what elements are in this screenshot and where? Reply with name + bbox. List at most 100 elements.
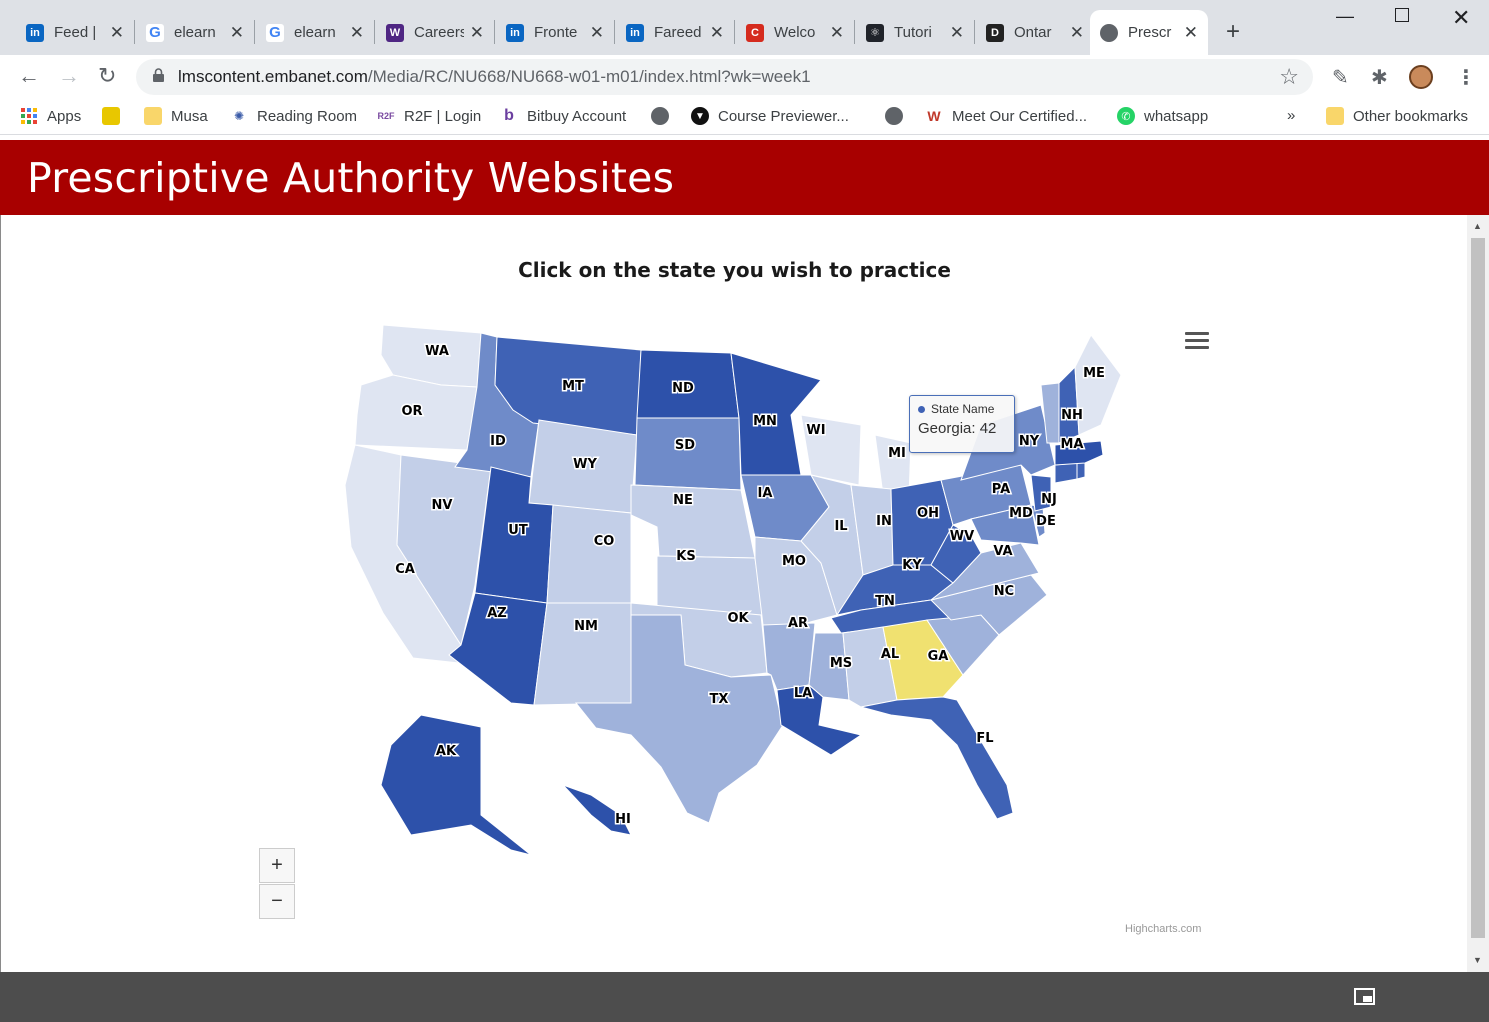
- eyedropper-icon[interactable]: ✎: [1332, 65, 1349, 90]
- close-tab-icon[interactable]: ✕: [1184, 23, 1198, 43]
- state-label-mo: MO: [782, 554, 806, 569]
- map-chart-container: Click on the state you wish to practice …: [0, 215, 1467, 972]
- bookmark-globe-2[interactable]: [885, 107, 912, 125]
- state-label-pa: PA: [992, 482, 1010, 497]
- bookmark-turtle[interactable]: [102, 107, 129, 125]
- wcg-icon: W: [927, 108, 941, 124]
- close-tab-icon[interactable]: ✕: [110, 23, 124, 43]
- us-map[interactable]: WA OR CA NV ID MT WY UT CO AZ NM ND SD NE KS OK TX MN IA MO…: [331, 315, 1151, 855]
- chart-menu-icon[interactable]: [1185, 332, 1209, 350]
- react-icon: ⚛: [866, 23, 884, 42]
- state-label-sd: SD: [675, 438, 695, 453]
- browser-tab[interactable]: in Fronte ✕: [496, 10, 614, 55]
- close-tab-icon[interactable]: ✕: [950, 23, 964, 43]
- state-label-wv: WV: [950, 529, 974, 544]
- close-tab-icon[interactable]: ✕: [350, 23, 364, 43]
- state-ne[interactable]: [630, 484, 756, 559]
- browser-tab[interactable]: Prescr ✕: [1090, 10, 1208, 55]
- state-label-ma: MA: [1061, 437, 1084, 452]
- extensions-icon[interactable]: ✱: [1371, 65, 1388, 90]
- tab-title: Careers: [414, 24, 464, 41]
- state-label-mn: MN: [753, 414, 777, 429]
- address-bar[interactable]: lmscontent.embanet.com/Media/RC/NU668/NU…: [136, 59, 1313, 95]
- state-label-ne: NE: [673, 493, 693, 508]
- linkedin-icon: in: [26, 23, 44, 42]
- state-label-nc: NC: [994, 584, 1014, 599]
- close-tab-icon[interactable]: ✕: [230, 23, 244, 43]
- minimize-icon[interactable]: —: [1336, 6, 1354, 27]
- bookmark-r2f-login[interactable]: R2F R2F | Login: [377, 107, 481, 125]
- state-hi[interactable]: [562, 784, 632, 836]
- state-label-tx: TX: [710, 692, 729, 707]
- bookmark-other[interactable]: Other bookmarks: [1326, 107, 1468, 125]
- bookmark-course-previewer[interactable]: ▼ Course Previewer...: [691, 107, 849, 125]
- state-label-mi: MI: [888, 446, 906, 461]
- scroll-up-icon[interactable]: ▲: [1473, 221, 1482, 231]
- state-ks[interactable]: [656, 555, 764, 616]
- menu-kebab-icon[interactable]: ⋮: [1456, 65, 1476, 90]
- bookmark-star-icon[interactable]: ☆: [1279, 64, 1299, 90]
- state-label-in: IN: [876, 514, 892, 529]
- tab-title: Prescr: [1128, 24, 1172, 41]
- bookmark-bitbuy[interactable]: b Bitbuy Account: [500, 107, 626, 125]
- bookmark-whatsapp[interactable]: ✆ whatsapp: [1117, 107, 1208, 125]
- chart-title: Click on the state you wish to practice: [518, 258, 951, 282]
- state-label-id: ID: [490, 434, 506, 449]
- scrollbar-thumb[interactable]: [1471, 238, 1485, 938]
- turtle-icon: [102, 107, 120, 125]
- browser-tab[interactable]: in Feed | ✕: [16, 10, 134, 55]
- browser-tab[interactable]: D Ontar ✕: [976, 10, 1094, 55]
- state-label-nh: NH: [1061, 408, 1083, 423]
- browser-tab[interactable]: W Careers ✕: [376, 10, 494, 55]
- linkedin-icon: in: [626, 23, 644, 42]
- c-icon: C: [746, 23, 764, 42]
- folder-icon: [1326, 107, 1344, 125]
- bookmarks-overflow-button[interactable]: »: [1287, 107, 1295, 124]
- tab-title: Fareed: [654, 24, 702, 41]
- player-footer: [0, 972, 1489, 1022]
- close-tab-icon[interactable]: ✕: [470, 23, 484, 43]
- maximize-icon[interactable]: [1395, 8, 1409, 22]
- bookmark-apps[interactable]: Apps: [20, 107, 81, 125]
- state-ct[interactable]: [1054, 462, 1078, 484]
- close-tab-icon[interactable]: ✕: [830, 23, 844, 43]
- browser-tab[interactable]: C Welco ✕: [736, 10, 854, 55]
- close-tab-icon[interactable]: ✕: [1070, 23, 1084, 43]
- globe-icon: [651, 107, 669, 125]
- forward-icon[interactable]: →: [58, 63, 80, 89]
- state-ri[interactable]: [1076, 462, 1086, 480]
- profile-avatar[interactable]: [1409, 65, 1433, 89]
- browser-tab[interactable]: ⚛ Tutori ✕: [856, 10, 974, 55]
- browser-tab[interactable]: Gelearn ✕: [256, 10, 374, 55]
- highcharts-credit-link[interactable]: Highcharts.com: [1125, 923, 1201, 935]
- bookmark-meet-certified[interactable]: W Meet Our Certified...: [925, 107, 1087, 125]
- state-label-md: MD: [1009, 506, 1033, 521]
- close-tab-icon[interactable]: ✕: [590, 23, 604, 43]
- zoom-in-button[interactable]: +: [259, 848, 295, 883]
- new-tab-button[interactable]: +: [1226, 18, 1240, 46]
- close-tab-icon[interactable]: ✕: [710, 23, 724, 43]
- state-label-il: IL: [834, 519, 847, 534]
- bookmark-musa[interactable]: Musa: [144, 107, 208, 125]
- state-label-ms: MS: [830, 656, 852, 671]
- state-sd[interactable]: [634, 417, 742, 491]
- bookmark-globe-1[interactable]: [651, 107, 678, 125]
- state-co[interactable]: [546, 504, 632, 604]
- state-ak[interactable]: [380, 714, 532, 855]
- state-label-la: LA: [794, 686, 812, 701]
- scroll-down-icon[interactable]: ▼: [1473, 955, 1482, 965]
- state-label-wy: WY: [573, 457, 597, 472]
- browser-tab[interactable]: Gelearn ✕: [136, 10, 254, 55]
- reload-icon[interactable]: ↻: [98, 63, 116, 89]
- state-label-hi: HI: [615, 812, 631, 827]
- zoom-out-button[interactable]: −: [259, 884, 295, 919]
- state-label-nd: ND: [672, 381, 694, 396]
- page-scrollbar[interactable]: ▲ ▼: [1467, 215, 1489, 972]
- browser-tab[interactable]: in Fareed ✕: [616, 10, 734, 55]
- state-label-az: AZ: [487, 606, 507, 621]
- close-window-icon[interactable]: ✕: [1452, 5, 1470, 31]
- bookmark-reading-room[interactable]: ✺ Reading Room: [230, 107, 357, 125]
- back-icon[interactable]: ←: [18, 63, 40, 89]
- state-fl[interactable]: [860, 696, 1014, 820]
- fullscreen-icon[interactable]: [1354, 988, 1375, 1005]
